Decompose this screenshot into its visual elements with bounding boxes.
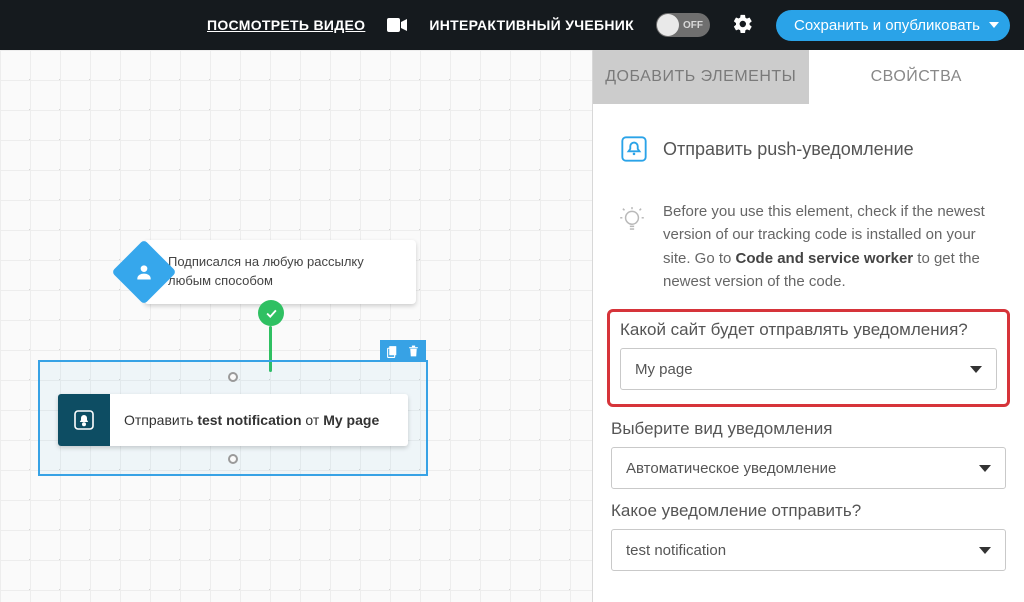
node-toolbar: [380, 340, 426, 362]
checkmark-icon: [258, 300, 284, 326]
person-icon: [111, 239, 176, 304]
panel-tabs: ДОБАВИТЬ ЭЛЕМЕНТЫ СВОЙСТВА: [593, 50, 1024, 104]
field-notification-type-label: Выберите вид уведомления: [611, 419, 1006, 439]
tutorial-toggle[interactable]: OFF: [656, 13, 710, 37]
trigger-node[interactable]: Подписался на любую рассылку любым спосо…: [144, 240, 416, 304]
field-which-notification-label: Какое уведомление отправить?: [611, 501, 1006, 521]
field-site-select[interactable]: My page: [620, 348, 997, 390]
field-site-value: My page: [635, 361, 693, 378]
action-node-card[interactable]: Отправить test notification от My page: [58, 394, 408, 446]
top-bar: ПОСМОТРЕТЬ ВИДЕО ИНТЕРАКТИВНЫЙ УЧЕБНИК O…: [0, 0, 1024, 50]
video-camera-icon: [387, 18, 407, 32]
info-text: Before you use this element, check if th…: [663, 200, 998, 293]
action-node-selection[interactable]: Отправить test notification от My page: [38, 360, 428, 476]
main-area: Подписался на любую рассылку любым спосо…: [0, 50, 1024, 602]
interactive-tutorial-label: ИНТЕРАКТИВНЫЙ УЧЕБНИК: [429, 17, 634, 33]
duplicate-icon[interactable]: [386, 344, 399, 359]
tab-properties[interactable]: СВОЙСТВА: [809, 50, 1024, 104]
gear-icon[interactable]: [732, 13, 754, 38]
field-site-label: Какой сайт будет отправлять уведомления?: [620, 320, 997, 340]
panel-title: Отправить push-уведомление: [663, 139, 914, 160]
chevron-down-icon: [970, 366, 982, 373]
workflow-canvas[interactable]: Подписался на любую рассылку любым спосо…: [0, 50, 592, 602]
field-which-notification-select[interactable]: test notification: [611, 529, 1006, 571]
watch-video-link[interactable]: ПОСМОТРЕТЬ ВИДЕО: [207, 17, 365, 33]
field-notification-type-select[interactable]: Автоматическое уведомление: [611, 447, 1006, 489]
trigger-node-label: Подписался на любую рассылку любым спосо…: [168, 253, 402, 291]
lightbulb-icon: [619, 206, 647, 293]
action-node-label: Отправить test notification от My page: [110, 412, 379, 428]
panel-header: Отправить push-уведомление: [593, 104, 1024, 176]
connector-dot-bottom[interactable]: [228, 454, 238, 464]
properties-panel: ДОБАВИТЬ ЭЛЕМЕНТЫ СВОЙСТВА Отправить pus…: [592, 50, 1024, 602]
trash-icon[interactable]: [407, 344, 420, 359]
connector-dot-top[interactable]: [228, 372, 238, 382]
panel-body: Отправить push-уведомление Before you us…: [593, 104, 1024, 602]
bell-outline-icon: [619, 134, 649, 164]
save-and-publish-button[interactable]: Сохранить и опубликовать: [776, 10, 1010, 41]
bell-icon: [58, 394, 110, 446]
field-notification-type-value: Автоматическое уведомление: [626, 460, 836, 477]
info-message: Before you use this element, check if th…: [593, 176, 1024, 303]
chevron-down-icon: [979, 465, 991, 472]
toggle-state-label: OFF: [683, 20, 703, 31]
field-which-notification-value: test notification: [626, 542, 726, 559]
field-which-notification: Какое уведомление отправить? test notifi…: [593, 495, 1024, 577]
tab-add-elements[interactable]: ДОБАВИТЬ ЭЛЕМЕНТЫ: [593, 50, 809, 104]
chevron-down-icon: [979, 547, 991, 554]
field-notification-type: Выберите вид уведомления Автоматическое …: [593, 413, 1024, 495]
field-site: Какой сайт будет отправлять уведомления?…: [607, 309, 1010, 407]
toggle-knob: [657, 14, 679, 36]
